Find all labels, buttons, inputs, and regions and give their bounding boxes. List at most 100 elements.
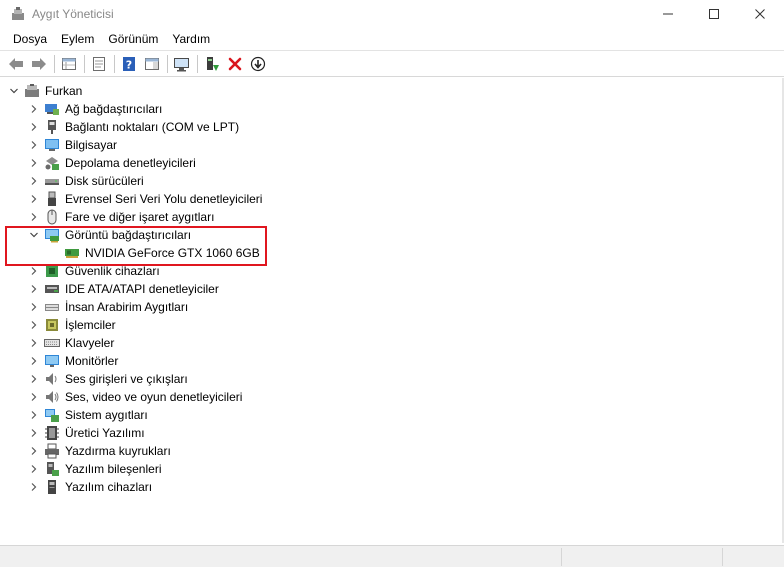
- tree-category[interactable]: Evrensel Seri Veri Yolu denetleyicileri: [28, 190, 262, 208]
- tree-category[interactable]: Üretici Yazılımı: [28, 424, 145, 442]
- status-pane-divider: [722, 548, 723, 566]
- tree-category[interactable]: Depolama denetleyicileri: [28, 154, 196, 172]
- chevron-right-icon[interactable]: [28, 427, 40, 439]
- audio-io-icon: [46, 373, 57, 385]
- chevron-down-icon[interactable]: [28, 229, 40, 241]
- tree-category[interactable]: Yazılım bileşenleri: [28, 460, 161, 478]
- action-pane-icon: [145, 57, 159, 70]
- update-driver-button[interactable]: [201, 54, 223, 74]
- action-pane-button[interactable]: [141, 54, 163, 74]
- chevron-right-icon[interactable]: [28, 409, 40, 421]
- computer-icon: [45, 139, 59, 151]
- tree-category[interactable]: Klavyeler: [28, 334, 114, 352]
- ide-controller-icon: [45, 285, 59, 293]
- disable-device-button[interactable]: [247, 54, 269, 74]
- chevron-right-icon[interactable]: [28, 157, 40, 169]
- tree-category-label: Sistem aygıtları: [65, 408, 148, 422]
- chevron-right-icon[interactable]: [28, 103, 40, 115]
- software-device-icon: [48, 480, 56, 494]
- keyboard-icon: [44, 339, 60, 347]
- tree-category[interactable]: Ses girişleri ve çıkışları: [28, 370, 188, 388]
- tree-category-label: Depolama denetleyicileri: [65, 156, 196, 170]
- tree-category[interactable]: Bilgisayar: [28, 136, 117, 154]
- tree-category-label: Evrensel Seri Veri Yolu denetleyicileri: [65, 192, 263, 206]
- toolbar-separator: [197, 54, 198, 73]
- chevron-right-icon[interactable]: [28, 121, 40, 133]
- tree-category-label: IDE ATA/ATAPI denetleyiciler: [65, 282, 219, 296]
- tree-category-label: Yazdırma kuyrukları: [65, 444, 171, 458]
- show-hidden-button[interactable]: [88, 54, 110, 74]
- tree-category[interactable]: İnsan Arabirim Aygıtları: [28, 298, 188, 316]
- chevron-right-icon[interactable]: [28, 355, 40, 367]
- properties-view-button[interactable]: [58, 54, 80, 74]
- network-adapter-icon: [45, 104, 59, 115]
- maximize-button[interactable]: [691, 0, 737, 28]
- menu-bar: Dosya Eylem Görünüm Yardım: [0, 28, 784, 49]
- chevron-right-icon[interactable]: [28, 265, 40, 277]
- processor-icon: [46, 319, 58, 331]
- tree-category[interactable]: Yazılım cihazları: [28, 478, 152, 496]
- device-manager-app-icon: [12, 7, 24, 20]
- tree-category[interactable]: Güvenlik cihazları: [28, 262, 160, 280]
- tree-category[interactable]: Yazdırma kuyrukları: [28, 442, 171, 460]
- chevron-right-icon[interactable]: [28, 391, 40, 403]
- tree-category[interactable]: IDE ATA/ATAPI denetleyiciler: [28, 280, 219, 298]
- tree-category-label: Ses girişleri ve çıkışları: [65, 372, 188, 386]
- help-button[interactable]: ?: [118, 54, 140, 74]
- menu-view[interactable]: Görünüm: [101, 32, 165, 46]
- security-device-icon: [46, 265, 58, 277]
- device-tree: Furkan Ağ bağdaştırıcıları Bağlantı nokt…: [0, 78, 784, 543]
- tree-category[interactable]: Bağlantı noktaları (COM ve LPT): [28, 118, 239, 136]
- chevron-right-icon[interactable]: [28, 283, 40, 295]
- close-button[interactable]: [737, 0, 783, 28]
- tree-category[interactable]: İşlemciler: [28, 316, 116, 334]
- menu-file[interactable]: Dosya: [6, 32, 54, 46]
- software-component-icon: [47, 462, 59, 476]
- tree-category-label: İnsan Arabirim Aygıtları: [65, 300, 189, 314]
- uninstall-device-button[interactable]: [224, 54, 246, 74]
- forward-button[interactable]: [28, 54, 50, 74]
- tree-category-label: Bilgisayar: [65, 138, 118, 152]
- minimize-button[interactable]: [645, 0, 691, 28]
- tree-category[interactable]: Fare ve diğer işaret aygıtları: [28, 208, 214, 226]
- tree-category[interactable]: Monitörler: [28, 352, 118, 370]
- back-arrow-icon: [9, 57, 23, 70]
- menu-help[interactable]: Yardım: [165, 32, 217, 46]
- chevron-right-icon[interactable]: [28, 373, 40, 385]
- chevron-right-icon[interactable]: [28, 463, 40, 475]
- chevron-down-icon[interactable]: [8, 85, 20, 97]
- disable-device-icon: [250, 56, 266, 71]
- chevron-right-icon[interactable]: [28, 481, 40, 493]
- scan-hardware-icon: [174, 57, 189, 71]
- usb-icon: [48, 191, 56, 206]
- scan-hardware-button[interactable]: [171, 54, 193, 74]
- display-adapter-icon: [45, 229, 59, 243]
- toolbar-separator: [84, 54, 85, 73]
- tree-root-node[interactable]: Furkan: [8, 82, 82, 100]
- tree-category-expanded[interactable]: Görüntü bağdaştırıcıları: [28, 226, 191, 244]
- help-icon: ?: [123, 56, 135, 71]
- menu-action[interactable]: Eylem: [54, 32, 101, 46]
- chevron-right-icon[interactable]: [28, 139, 40, 151]
- disk-drive-icon: [45, 179, 59, 185]
- chevron-right-icon[interactable]: [28, 193, 40, 205]
- tree-category-label: Monitörler: [65, 354, 119, 368]
- tree-category[interactable]: Ağ bağdaştırıcıları: [28, 100, 162, 118]
- chevron-right-icon[interactable]: [28, 211, 40, 223]
- chevron-right-icon[interactable]: [28, 319, 40, 331]
- chevron-right-icon[interactable]: [28, 301, 40, 313]
- chevron-right-icon[interactable]: [28, 337, 40, 349]
- print-queue-icon: [45, 443, 59, 459]
- monitor-icon: [45, 355, 59, 367]
- tree-device[interactable]: NVIDIA GeForce GTX 1060 6GB: [60, 244, 260, 262]
- tree-category-label: Klavyeler: [65, 336, 115, 350]
- close-icon: [755, 9, 765, 19]
- tree-category[interactable]: Sistem aygıtları: [28, 406, 148, 424]
- chevron-right-icon[interactable]: [28, 175, 40, 187]
- sound-controller-icon: [46, 391, 59, 403]
- tree-category[interactable]: Disk sürücüleri: [28, 172, 144, 190]
- back-button[interactable]: [5, 54, 27, 74]
- tree-category-label: Üretici Yazılımı: [65, 426, 145, 440]
- tree-category[interactable]: Ses, video ve oyun denetleyicileri: [28, 388, 242, 406]
- chevron-right-icon[interactable]: [28, 445, 40, 457]
